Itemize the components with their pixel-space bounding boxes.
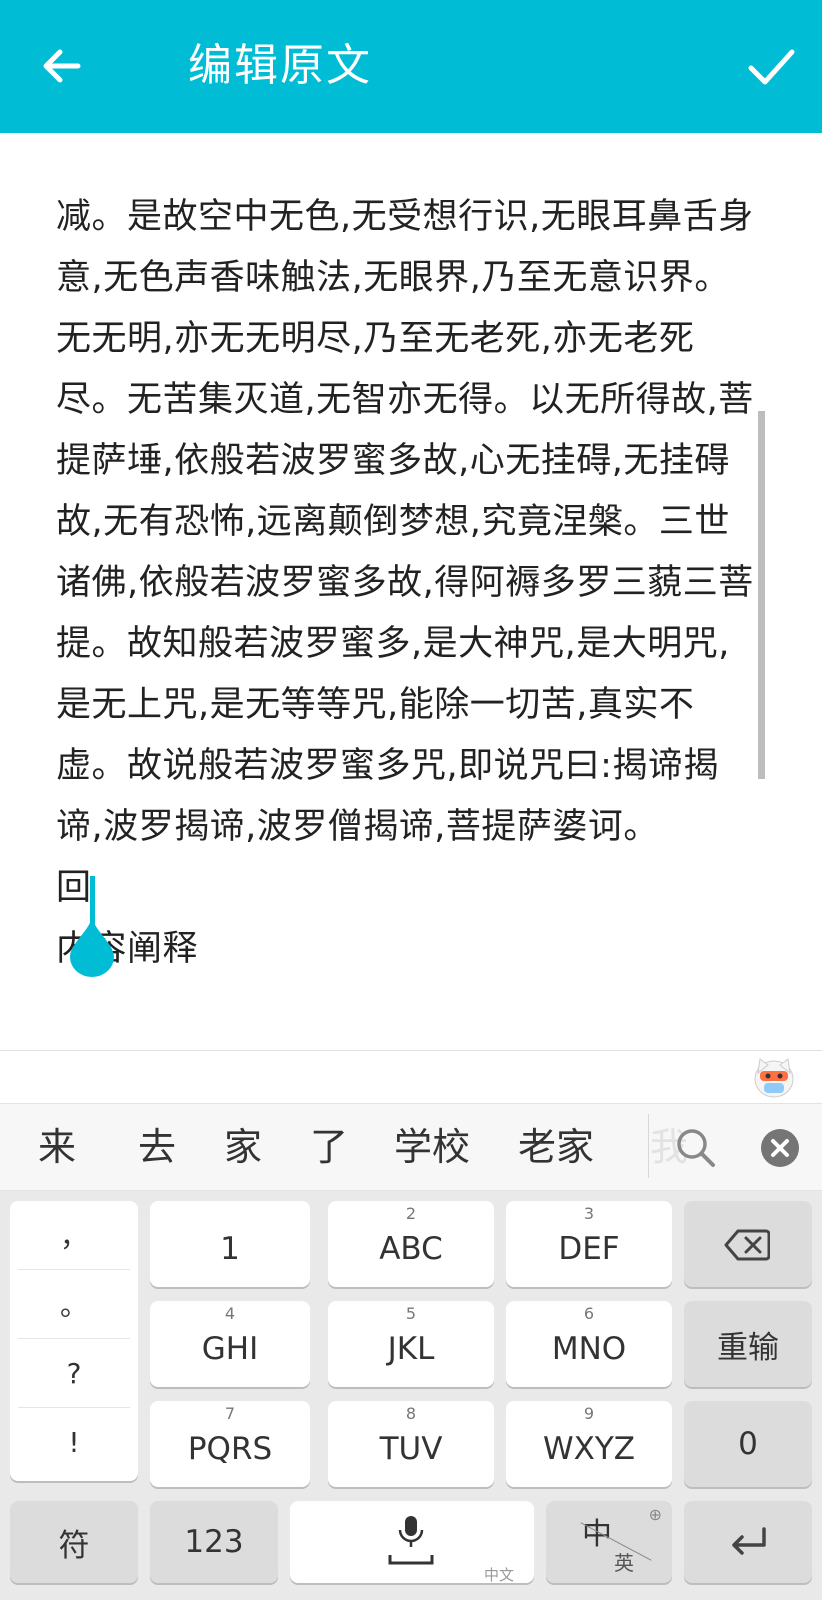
enter-icon	[732, 1527, 766, 1555]
key-abc[interactable]: 2 ABC	[328, 1201, 494, 1287]
punct-key[interactable]: ?	[18, 1339, 130, 1408]
retype-key[interactable]: 重输	[684, 1301, 812, 1387]
key-label: PQRS	[187, 1431, 273, 1467]
backspace-key[interactable]	[684, 1201, 812, 1287]
scrollbar[interactable]	[758, 411, 765, 779]
key-label: MNO	[551, 1331, 627, 1367]
key-number: 5	[405, 1304, 417, 1323]
candidate-item[interactable]: 来	[38, 1122, 76, 1172]
check-icon	[748, 49, 795, 85]
back-button[interactable]	[38, 42, 86, 90]
text-line: 故,无有恐怖,远离颠倒梦想,究竟涅槃。三世	[56, 502, 730, 542]
key-number: 3	[583, 1204, 595, 1223]
punctuation-column: ， 。 ? !	[10, 1201, 138, 1481]
text-line: 提。故知般若波罗蜜多,是大神咒,是大明咒,	[56, 624, 730, 664]
key-number: 6	[583, 1304, 595, 1323]
candidate-item[interactable]: 了	[310, 1122, 348, 1172]
cursor-handle-icon[interactable]	[68, 915, 116, 977]
text-line: 诸佛,依般若波罗蜜多故,得阿褥多罗三藐三菩	[56, 563, 754, 603]
key-def[interactable]: 3 DEF	[506, 1201, 672, 1287]
key-label: GHI	[201, 1331, 259, 1367]
keyboard-toolbar	[0, 1050, 822, 1103]
symbols-label: 符	[58, 1527, 90, 1564]
key-ghi[interactable]: 4 GHI	[150, 1301, 310, 1387]
enter-key[interactable]	[684, 1501, 812, 1583]
space-key[interactable]: 中文	[290, 1501, 534, 1584]
retype-label: 重输	[717, 1329, 779, 1366]
symbols-key[interactable]: 符	[10, 1501, 138, 1583]
space-icon	[388, 1555, 434, 1565]
key-label: 0	[738, 1426, 758, 1462]
key-number: 9	[583, 1404, 595, 1423]
text-line: 无无明,亦无无明尽,乃至无老死,亦无老死	[56, 319, 695, 359]
key-tuv[interactable]: 8 TUV	[328, 1401, 494, 1487]
key-label: ABC	[379, 1231, 443, 1267]
arrow-left-icon	[43, 49, 81, 83]
candidate-bar: 来 去 家 了 学校 老家 我	[0, 1103, 822, 1191]
key-number: 7	[224, 1404, 236, 1423]
key-0[interactable]: 0	[684, 1401, 812, 1487]
key-number: 4	[224, 1304, 236, 1323]
text-line: 谛,波罗揭谛,波罗僧揭谛,菩提萨婆诃。	[56, 807, 659, 847]
text-line: 虚。故说般若波罗蜜多咒,即说咒曰:揭谛揭	[56, 746, 719, 786]
candidate-divider	[648, 1114, 649, 1178]
key-mno[interactable]: 6 MNO	[506, 1301, 672, 1387]
key-label: WXYZ	[542, 1431, 636, 1467]
text-line: 内容阐释	[56, 929, 199, 969]
language-switch-key[interactable]: ⊕ 中 英	[546, 1501, 672, 1583]
text-line: 提萨埵,依般若波罗蜜多故,心无挂碍,无挂碍	[56, 441, 730, 481]
key-number: 2	[405, 1204, 417, 1223]
lang-en-label: 英	[614, 1551, 634, 1575]
globe-icon: ⊕	[648, 1505, 662, 1524]
app-header: 编辑原文	[0, 0, 822, 133]
candidate-item[interactable]: 老家	[518, 1122, 594, 1172]
text-editor[interactable]: 减。是故空中无色,无受想行识,无眼耳鼻舌身 意,无色声香味触法,无眼界,乃至无意…	[0, 133, 822, 1050]
editor-content[interactable]: 减。是故空中无色,无受想行识,无眼耳鼻舌身 意,无色声香味触法,无眼界,乃至无意…	[56, 187, 768, 980]
ime-keyboard: ， 。 ? ! 1 2 ABC 3 DEF 4 GHI 5 JKL 6 MNO …	[0, 1191, 822, 1600]
key-number: 8	[405, 1404, 417, 1423]
backspace-icon	[724, 1229, 770, 1261]
mascot-icon[interactable]	[752, 1055, 796, 1099]
key-wxyz[interactable]: 9 WXYZ	[506, 1401, 672, 1487]
text-line: 尽。无苦集灭道,无智亦无得。以无所得故,菩	[56, 380, 754, 420]
key-label: TUV	[379, 1431, 443, 1467]
candidate-item[interactable]: 家	[224, 1122, 262, 1172]
text-line: 是无上咒,是无等等咒,能除一切苦,真实不	[56, 685, 695, 725]
punct-key[interactable]: 。	[18, 1270, 130, 1339]
key-pqrs[interactable]: 7 PQRS	[150, 1401, 310, 1487]
key-label: JKL	[387, 1331, 435, 1367]
punct-key[interactable]: ，	[18, 1201, 130, 1270]
search-icon[interactable]	[672, 1124, 718, 1170]
candidate-item[interactable]: 学校	[394, 1122, 470, 1172]
clear-icon[interactable]	[760, 1128, 800, 1168]
key-1[interactable]: 1	[150, 1201, 310, 1287]
confirm-button[interactable]	[746, 44, 796, 90]
space-sub-label: 中文	[483, 1566, 514, 1584]
microphone-icon	[398, 1516, 424, 1547]
text-line: 回	[56, 868, 92, 908]
text-line: 减。是故空中无色,无受想行识,无眼耳鼻舌身	[56, 197, 754, 237]
key-label: DEF	[558, 1231, 620, 1267]
candidate-item[interactable]: 去	[138, 1122, 176, 1172]
punct-key[interactable]: !	[18, 1408, 130, 1477]
key-label: 1	[220, 1231, 240, 1267]
page-title: 编辑原文	[188, 40, 372, 91]
numbers-label: 123	[184, 1524, 244, 1560]
numbers-key[interactable]: 123	[150, 1501, 278, 1583]
text-line: 意,无色声香味触法,无眼界,乃至无意识界。	[56, 258, 730, 298]
key-jkl[interactable]: 5 JKL	[328, 1301, 494, 1387]
